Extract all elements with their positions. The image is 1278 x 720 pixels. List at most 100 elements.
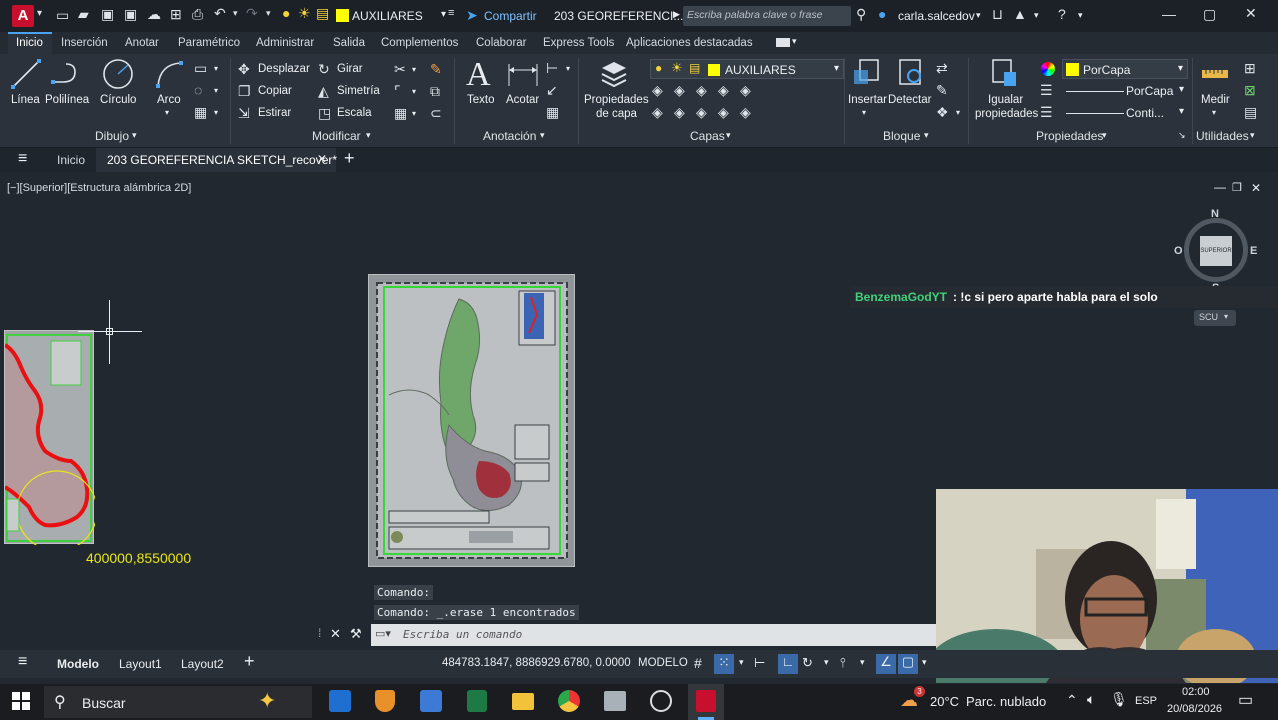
- layer-tool2-icon[interactable]: ◈: [674, 82, 685, 99]
- viewcube-face[interactable]: SUPERIOR: [1200, 236, 1232, 266]
- block-tool3-icon[interactable]: ❖: [936, 104, 949, 121]
- trim-chevron-icon[interactable]: ▾: [412, 65, 416, 74]
- tab-anotar[interactable]: Anotar: [125, 37, 159, 49]
- array-chevron-icon[interactable]: ▾: [412, 109, 416, 118]
- viewport-minimize-icon[interactable]: —: [1214, 180, 1226, 194]
- viewport-controls-label[interactable]: [−][Superior][Estructura alámbrica 2D]: [7, 182, 191, 194]
- minimize-icon[interactable]: —: [1162, 6, 1176, 22]
- cursor-coordinates[interactable]: 484783.1847, 8886929.6780, 0.0000: [442, 657, 631, 669]
- command-input[interactable]: ▭▾ Escriba un comando: [371, 624, 939, 646]
- hamburger-menu-icon[interactable]: ≡: [18, 150, 27, 168]
- osnap-track-icon[interactable]: ∠: [876, 654, 896, 674]
- layer-tool8-icon[interactable]: ◈: [696, 104, 707, 121]
- stretch-button[interactable]: Estirar: [258, 107, 291, 119]
- outlook-icon[interactable]: [329, 690, 351, 712]
- taskbar-search[interactable]: ⚲ Buscar ✦: [44, 686, 312, 718]
- new-icon[interactable]: ▭: [56, 7, 69, 24]
- arc-button[interactable]: Arco: [157, 94, 181, 106]
- detect-button[interactable]: Detectar: [888, 94, 931, 106]
- layer-properties-line2[interactable]: de capa: [596, 108, 637, 120]
- layout-menu-icon[interactable]: ≡: [18, 653, 27, 671]
- autodesk-app-icon[interactable]: ▲: [1013, 6, 1027, 22]
- undo-icon[interactable]: ↶: [214, 5, 226, 22]
- polyline-icon[interactable]: [50, 60, 82, 88]
- store-icon[interactable]: [420, 690, 442, 712]
- linear-dim-icon[interactable]: ⊢: [546, 60, 558, 77]
- polar-icon[interactable]: ↻: [802, 655, 813, 671]
- compass-w[interactable]: O: [1174, 245, 1183, 257]
- measure-chevron-icon[interactable]: ▾: [1212, 108, 1216, 117]
- excel-icon[interactable]: [467, 690, 487, 712]
- table-draw-icon[interactable]: ▦: [194, 104, 207, 121]
- circle-button[interactable]: Círculo: [100, 94, 136, 106]
- speaker-icon[interactable]: 🔈︎: [1087, 691, 1095, 708]
- save-icon[interactable]: ▣: [101, 6, 114, 23]
- panel-properties-launcher-icon[interactable]: ↘: [1178, 130, 1186, 141]
- isodraft-icon[interactable]: ⫯: [840, 655, 846, 671]
- app-menu-chevron-icon[interactable]: ▾: [37, 8, 42, 19]
- layer-properties-icon[interactable]: [598, 58, 628, 88]
- add-layout-icon[interactable]: +: [244, 651, 255, 672]
- panel-utilities-chevron-icon[interactable]: ▾: [1250, 130, 1255, 141]
- color-dropdown[interactable]: PorCapa ▾: [1062, 59, 1188, 79]
- draw-more-chevron2-icon[interactable]: ▾: [214, 86, 218, 95]
- text-icon[interactable]: A: [466, 56, 491, 94]
- hatch-icon[interactable]: ◌: [194, 82, 202, 98]
- file-explorer-icon[interactable]: [512, 693, 534, 710]
- isodraft-chevron-icon[interactable]: ▾: [860, 657, 865, 668]
- mirror-button[interactable]: Simetría: [337, 85, 380, 97]
- layer-tool1-icon[interactable]: ◈: [652, 82, 663, 99]
- open-icon[interactable]: ▰: [78, 6, 89, 23]
- tab-close-icon[interactable]: ✕: [317, 152, 327, 166]
- line-icon[interactable]: [10, 58, 42, 90]
- layer-tool6-icon[interactable]: ◈: [652, 104, 663, 121]
- panel-draw-label[interactable]: Dibujo: [95, 129, 129, 143]
- ribbon-toggle-chevron-icon[interactable]: ▾: [792, 36, 797, 47]
- tab-salida[interactable]: Salida: [333, 37, 365, 49]
- tab-colaborar[interactable]: Colaborar: [476, 37, 527, 49]
- share-button[interactable]: Compartir: [484, 9, 537, 23]
- erase-icon[interactable]: ✎: [430, 61, 442, 78]
- layer-sun-icon[interactable]: ☀: [298, 5, 311, 22]
- rotate-button[interactable]: Girar: [337, 63, 363, 75]
- infer-icon[interactable]: ⊢: [754, 655, 765, 671]
- util-tool2-icon[interactable]: ⊠: [1244, 82, 1256, 99]
- match-line1[interactable]: Igualar: [988, 94, 1023, 106]
- cart-icon[interactable]: ⊔: [992, 6, 1003, 23]
- fillet-icon[interactable]: ⌜: [394, 83, 401, 100]
- panel-draw-chevron-icon[interactable]: ▾: [132, 130, 137, 141]
- polar-chevron-icon[interactable]: ▾: [824, 657, 829, 668]
- close-icon[interactable]: ✕: [1245, 5, 1257, 22]
- block-tool2-icon[interactable]: ✎: [936, 82, 948, 99]
- redo-dropdown-icon[interactable]: ▾: [266, 8, 271, 19]
- clock-time[interactable]: 02:00: [1182, 686, 1210, 698]
- layer-lock-icon[interactable]: ▤: [316, 5, 329, 22]
- user-chevron-icon[interactable]: ▾: [976, 10, 981, 21]
- redo-icon[interactable]: ↷: [246, 5, 258, 22]
- language-indicator[interactable]: ESP: [1135, 695, 1157, 707]
- tab-express-tools[interactable]: Express Tools: [543, 37, 614, 49]
- util-tool1-icon[interactable]: ⊞: [1244, 60, 1256, 77]
- title-layer-dropdown[interactable]: AUXILIARES ▾: [352, 6, 446, 26]
- dim-chevron-icon[interactable]: ▾: [566, 64, 570, 73]
- command-grip-icon[interactable]: ⁞: [318, 626, 321, 640]
- tab-complementos[interactable]: Complementos: [381, 37, 458, 49]
- panel-annotation-chevron-icon[interactable]: ▾: [540, 130, 545, 141]
- panel-properties-chevron-icon[interactable]: ▾: [1102, 130, 1107, 141]
- chevron-right-icon[interactable]: ▶: [673, 9, 680, 20]
- tab-layout1[interactable]: Layout1: [119, 657, 162, 671]
- measure-icon[interactable]: [1200, 64, 1230, 84]
- new-tab-icon[interactable]: +: [344, 148, 355, 169]
- offset-icon[interactable]: ⊂: [430, 105, 442, 122]
- match-line2[interactable]: propiedades: [975, 108, 1038, 120]
- notification-icon[interactable]: ▭: [1238, 690, 1253, 710]
- viewport-close-icon[interactable]: ✕: [1251, 181, 1261, 195]
- panel-modify-chevron-icon[interactable]: ▾: [366, 130, 371, 141]
- ribbon-toggle-icon[interactable]: [776, 38, 790, 47]
- explode-icon[interactable]: ⧉: [430, 83, 440, 100]
- layer-tool7-icon[interactable]: ◈: [674, 104, 685, 121]
- print-icon[interactable]: ⎙: [192, 6, 203, 23]
- weather-desc[interactable]: Parc. nublado: [966, 694, 1046, 709]
- tab-administrar[interactable]: Administrar: [256, 37, 314, 49]
- text-button[interactable]: Texto: [467, 94, 495, 106]
